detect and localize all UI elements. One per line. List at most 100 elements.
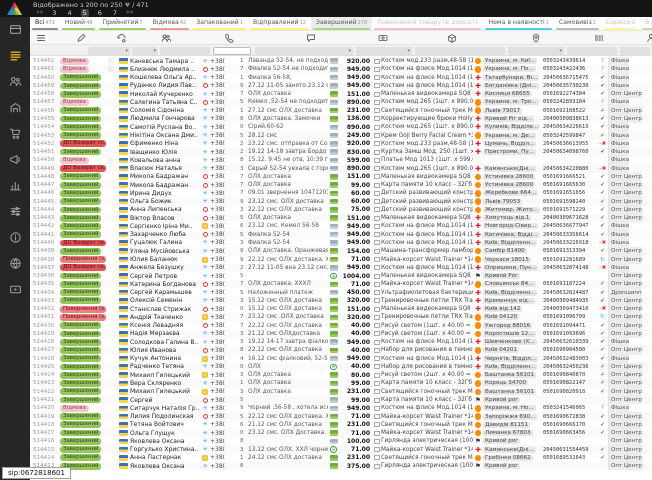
table-row[interactable]: 514440ДО Возврат ск..Гуцалюк Галина✳+38(…: [30, 239, 652, 247]
tab-Відмова[interactable]: Відмова42: [148, 17, 192, 30]
table-row[interactable]: 514420ВідмоваСитарчук Наталія Гр..✳+38(9…: [30, 404, 652, 412]
table-row[interactable]: 514460ЗавершенийКошелева Ольга Ар..✳+38(…: [30, 74, 652, 82]
table-row[interactable]: 514430ЗавершенийКсенія Левадняя+38(722.1…: [30, 322, 652, 330]
sidebar-item-info[interactable]: [0, 225, 30, 251]
sidebar-item-video[interactable]: [0, 277, 30, 303]
filter-dropdown-8[interactable]: [620, 47, 650, 55]
column-header-person-icon[interactable]: [645, 33, 652, 44]
tab-Відправлений[interactable]: Відправлений12: [248, 17, 311, 30]
table-row[interactable]: 514421ЗавершенийСергей+38(599.00Карта па…: [30, 396, 652, 404]
filter-dropdown-1[interactable]: ▾: [132, 47, 158, 55]
filter-dropdown-4[interactable]: ▾: [356, 47, 412, 55]
table-row[interactable]: 514429ЗавершенийНадія Мерзаєва✳+38(321.1…: [30, 330, 652, 338]
table-row[interactable]: 514456ЗавершенийСоломія Сідоніна✳+38(127…: [30, 107, 652, 115]
page-number-7[interactable]: 7: [111, 9, 119, 17]
filter-dropdown-0[interactable]: ▾: [88, 47, 130, 55]
filter-dropdown-6[interactable]: ▾: [508, 47, 564, 55]
table-row[interactable]: 514423ЗавершенийВера Скляренко✳+38(1ОЛХ …: [30, 379, 652, 387]
column-header-money-icon[interactable]: [377, 33, 388, 44]
tab-Самовивіз[interactable]: Самовивіз2: [554, 17, 601, 30]
table-row[interactable]: 514417ЗавершенийОльга Глущук✳+38(023.12 …: [30, 429, 652, 437]
table-row[interactable]: 514438Повернення (з..Юлия Баланюкlc+38(9…: [30, 255, 652, 263]
sidebar-item-globe[interactable]: [0, 251, 30, 277]
tab-Запакований[interactable]: Запакований1: [191, 17, 248, 30]
filter-dropdown-3[interactable]: ▾: [255, 47, 353, 55]
page-number-4[interactable]: 4: [65, 9, 73, 17]
column-header-package-icon[interactable]: [446, 33, 457, 44]
table-row[interactable]: 514419ЗавершенийЛилия Подолинская+38(522…: [30, 412, 652, 420]
sidebar-item-cart[interactable]: [0, 121, 30, 147]
table-row[interactable]: 514424ЗавершенийМихаил Гилецькийlc+38(3О…: [30, 371, 652, 379]
page-number-3[interactable]: 3: [50, 9, 58, 17]
table-row[interactable]: 514443ЗавершенийВіктор Власов+38(5ОЛХ до…: [30, 214, 652, 222]
filter-dropdown-7[interactable]: [567, 47, 617, 55]
table-row[interactable]: 514448ЗавершенийМикола Бадражан+38(7ОЛХ …: [30, 173, 652, 181]
table-row[interactable]: 514452ДО Возврат ск..Єфименко Ніна✳+38(2…: [30, 140, 652, 148]
table-row[interactable]: 514439ЗавершенийУляна Мусійовська✳+38(9О…: [30, 247, 652, 255]
page-number-5[interactable]: 5: [81, 9, 89, 17]
table-row[interactable]: 514457ВідмоваСалегина Татьяна С..+38(5Ке…: [30, 98, 652, 106]
table-row[interactable]: 514434ЗавершенийСергей Карамышев✳+38(5На…: [30, 288, 652, 296]
table-row[interactable]: 514427ЗавершенийЮлия Иванова+38(822.12 с…: [30, 346, 652, 354]
table-row[interactable]: 514444ЗавершенийАнна Липенська+38(322.12…: [30, 206, 652, 214]
column-header-chat-icon[interactable]: [305, 33, 316, 44]
column-header-edit-icon[interactable]: [75, 33, 86, 44]
sidebar-item-contacts[interactable]: [0, 69, 30, 95]
tab-Сервіси[interactable]: Сервіси0: [601, 17, 640, 30]
table-row[interactable]: 514415ЗавершенийГоргулько Христина..✳+38…: [30, 445, 652, 453]
sidebar-item-tune[interactable]: [0, 199, 30, 225]
last-page-button[interactable]: »»: [126, 9, 133, 16]
page-number-6[interactable]: 6: [96, 9, 104, 17]
table-row[interactable]: 514414ЗавершенийАнна Пастернакlc+38(124.…: [30, 454, 652, 462]
column-header-barcode-icon[interactable]: [593, 33, 604, 44]
table-row[interactable]: 514459ЗавершенийРуденко Лидия Пав..+38(9…: [30, 82, 652, 90]
tab-Повернення товару (в дорозі)[interactable]: Повернення товару (в дорозі)0: [372, 17, 483, 30]
table-row[interactable]: 514449ДО Возврат ск..Власюк Наталья✳+38(…: [30, 164, 652, 172]
table-row[interactable]: 514436ЗавершенийСергей Петров✳+38(5₴1004…: [30, 272, 652, 280]
table-row[interactable]: 514416ЗавершенийЯковлева Оксана✳+38(8100…: [30, 437, 652, 445]
sidebar-item-promo[interactable]: [0, 147, 30, 173]
table-row[interactable]: 514431Повернення (з..Андрій Ткаченкоlc+3…: [30, 313, 652, 321]
column-header-phone-icon[interactable]: [223, 33, 234, 44]
table-row[interactable]: 514442ЗавершенийСергієнко Іріна Ми..lc+3…: [30, 222, 652, 230]
tab-В дорозі додому[interactable]: В дорозі додому0: [640, 17, 652, 30]
sidebar-item-orders[interactable]: [0, 43, 30, 69]
table-row[interactable]: 514455ЗавершенийЛюдмила Гончарова✳+38(8О…: [30, 115, 652, 123]
table-row[interactable]: 514451ЗавершенийІващенко Юлія✳+38(219.12…: [30, 148, 652, 156]
sidebar-item-company[interactable]: [0, 95, 30, 121]
table-row[interactable]: 514461ВідмоваⓘБлизнюк Людмила ..+38(7Фиа…: [30, 65, 652, 73]
column-header-people-icon[interactable]: [160, 33, 171, 44]
filter-dropdown-2[interactable]: [160, 47, 210, 55]
tab-Всі[interactable]: Всі471: [30, 17, 60, 30]
table-row[interactable]: 514458ЗавершенийНиколай Кучеренко✳+38(7О…: [30, 90, 652, 98]
table-row[interactable]: 514413ЗавершенийЯковлева Оксана✳+38(8375…: [30, 462, 652, 470]
column-header-callback-icon[interactable]: [115, 33, 126, 44]
tab-Нема в наявності[interactable]: Нема в наявності1: [483, 17, 553, 30]
table-row[interactable]: 514462ВідмоваⓘКаневська Тамара ..✳+38(1Л…: [30, 57, 652, 65]
table-row[interactable]: 514453ЗавершенийНікітіна Оксана Дми..✳+3…: [30, 131, 652, 139]
table-row[interactable]: 514437ДО Возврат ск..Анжела Безушку✳+38(…: [30, 264, 652, 272]
sidebar-item-stats[interactable]: [0, 173, 30, 199]
table-row[interactable]: 514450ВідмоваⓘКовальова анна✳+38(815.12.…: [30, 156, 652, 164]
table-row[interactable]: 514445ЗавершенийОльга Божик✳+38(923.12 с…: [30, 198, 652, 206]
sidebar-item-dashboard[interactable]: [0, 17, 30, 43]
table-row[interactable]: 514433ЗавершенийОлексій Семенін✳+38(315.…: [30, 297, 652, 305]
first-page-button[interactable]: ««: [36, 9, 43, 16]
filter-dropdown-5[interactable]: [415, 47, 505, 55]
filter-search-input[interactable]: [213, 47, 251, 55]
table-row[interactable]: 514446ЗавершенийИрина Дидух✳+38(709.01 з…: [30, 189, 652, 197]
tab-Новий[interactable]: Новий48: [60, 17, 98, 30]
app-logo-icon[interactable]: [7, 2, 22, 15]
table-row[interactable]: 514426ЗавершенийКучук Антонинаlc+38(416.…: [30, 355, 652, 363]
tab-Прийнятий[interactable]: Прийнятий7: [97, 17, 147, 30]
table-row[interactable]: 514418ЗавершенийТетяна Войтович✳+38(621.…: [30, 421, 652, 429]
tab-Завершений[interactable]: Завершений278: [311, 17, 372, 30]
table-row[interactable]: 514428ЗавершенийСолодкова Галина В..✳+38…: [30, 338, 652, 346]
table-row[interactable]: 514447ЗавершенийМикола Бадражан+38(7ОЛХ …: [30, 181, 652, 189]
table-row[interactable]: 514425ЗавершенийРадченко Тетяна✳+38(0ОЛХ…: [30, 363, 652, 371]
table-row[interactable]: 514454ЗавершенийСамотій Руслана Во..✳+38…: [30, 123, 652, 131]
table-row[interactable]: 514441ЗавершенийЗахарченко Люба+38(5Фиал…: [30, 231, 652, 239]
table-row[interactable]: 514432Повернення (з..Станіслав Стрижак+3…: [30, 305, 652, 313]
table-row[interactable]: 514422ЗавершенийМихаил Гилецькийlc+38(3О…: [30, 388, 652, 396]
table-row[interactable]: 514435ЗавершенийКатерина Богданова+38(7О…: [30, 280, 652, 288]
